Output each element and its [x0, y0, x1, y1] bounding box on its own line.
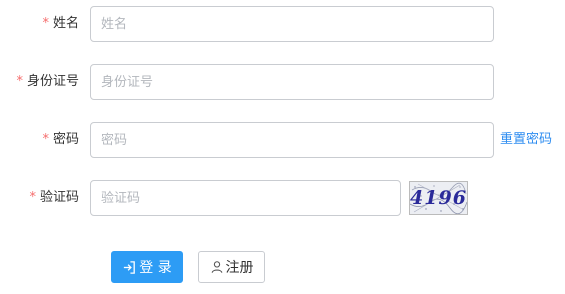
captcha-row: *验证码 4196: [0, 180, 565, 216]
id-number-label-text: 身份证号: [26, 74, 79, 89]
required-mark: *: [16, 74, 23, 89]
required-mark: *: [42, 132, 49, 147]
register-button[interactable]: 注册: [198, 251, 265, 283]
password-row: * 密码 重置密码: [0, 122, 565, 158]
required-mark: *: [29, 190, 36, 205]
password-label-text: 密码: [52, 132, 79, 147]
name-input[interactable]: [90, 6, 494, 42]
captcha-label: * 验证码: [29, 180, 79, 216]
id-number-input[interactable]: [90, 64, 494, 100]
reset-password-link[interactable]: 重置密码: [500, 122, 552, 158]
login-label: 登 录: [139, 260, 172, 276]
user-icon: [210, 260, 224, 274]
name-label: * 姓名: [42, 6, 79, 42]
captcha-image[interactable]: 4196: [409, 181, 468, 215]
captcha-input[interactable]: [90, 180, 401, 216]
captcha-text: 4196: [410, 187, 467, 209]
login-form: *姓名 *身份证号 *密码 重置密码 *验证码: [0, 0, 565, 294]
required-mark: *: [42, 16, 49, 31]
id-number-row: * 身份证号: [0, 64, 565, 100]
captcha-label-text: 验证码: [39, 190, 79, 205]
register-label: 注册: [225, 260, 254, 276]
name-row: * 姓名: [0, 6, 565, 42]
password-input[interactable]: [90, 122, 494, 158]
id-number-label: * 身份证号: [16, 64, 79, 100]
name-label-text: 姓名: [52, 16, 79, 31]
login-button[interactable]: 登 录: [111, 251, 183, 283]
login-icon: [122, 260, 137, 275]
password-label: * 密码: [42, 122, 79, 158]
